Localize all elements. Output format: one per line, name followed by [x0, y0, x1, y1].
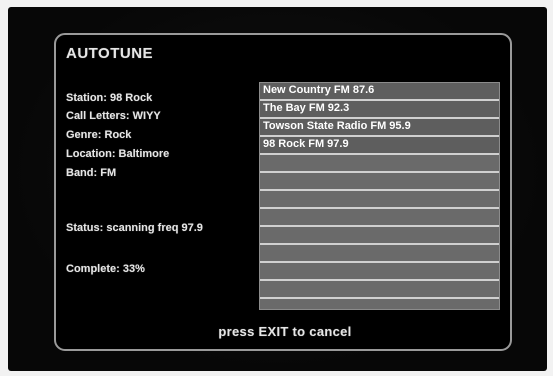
autotune-panel: AUTOTUNE Station: 98 Rock Call Letters: …	[54, 33, 512, 351]
found-stations-list[interactable]: New Country FM 87.6 The Bay FM 92.3 Towson…	[259, 82, 500, 310]
station-list-row[interactable]	[260, 263, 499, 281]
panel-title: AUTOTUNE	[66, 45, 154, 62]
station-list-row[interactable]	[260, 227, 499, 245]
station-info: Station: 98 Rock	[66, 92, 153, 104]
station-name: New Country FM 87.6	[263, 84, 375, 96]
exit-hint: press EXIT to cancel	[218, 324, 352, 339]
complete-status: Complete: 33%	[66, 263, 145, 275]
station-list-row[interactable]	[260, 191, 499, 209]
station-list-row[interactable]: 98 Rock FM 97.9	[260, 137, 499, 155]
scan-status: Status: scanning freq 97.9	[66, 222, 203, 234]
station-list-row[interactable]: The Bay FM 92.3	[260, 101, 499, 119]
station-list-row[interactable]: New Country FM 87.6	[260, 83, 499, 101]
station-list-row[interactable]: Towson State Radio FM 95.9	[260, 119, 499, 137]
station-list-row[interactable]	[260, 245, 499, 263]
station-list-row[interactable]	[260, 281, 499, 299]
station-list-row[interactable]	[260, 173, 499, 191]
tv-screen: AUTOTUNE Station: 98 Rock Call Letters: …	[8, 7, 547, 371]
band-info: Band: FM	[66, 167, 117, 179]
call-letters-info: Call Letters: WIYY	[66, 110, 161, 122]
station-list-row[interactable]	[260, 209, 499, 227]
location-info: Location: Baltimore	[66, 148, 170, 160]
station-name: Towson State Radio FM 95.9	[263, 120, 411, 132]
station-name: The Bay FM 92.3	[263, 102, 350, 114]
station-name: 98 Rock FM 97.9	[263, 138, 349, 150]
genre-info: Genre: Rock	[66, 129, 132, 141]
station-list-row[interactable]	[260, 155, 499, 173]
